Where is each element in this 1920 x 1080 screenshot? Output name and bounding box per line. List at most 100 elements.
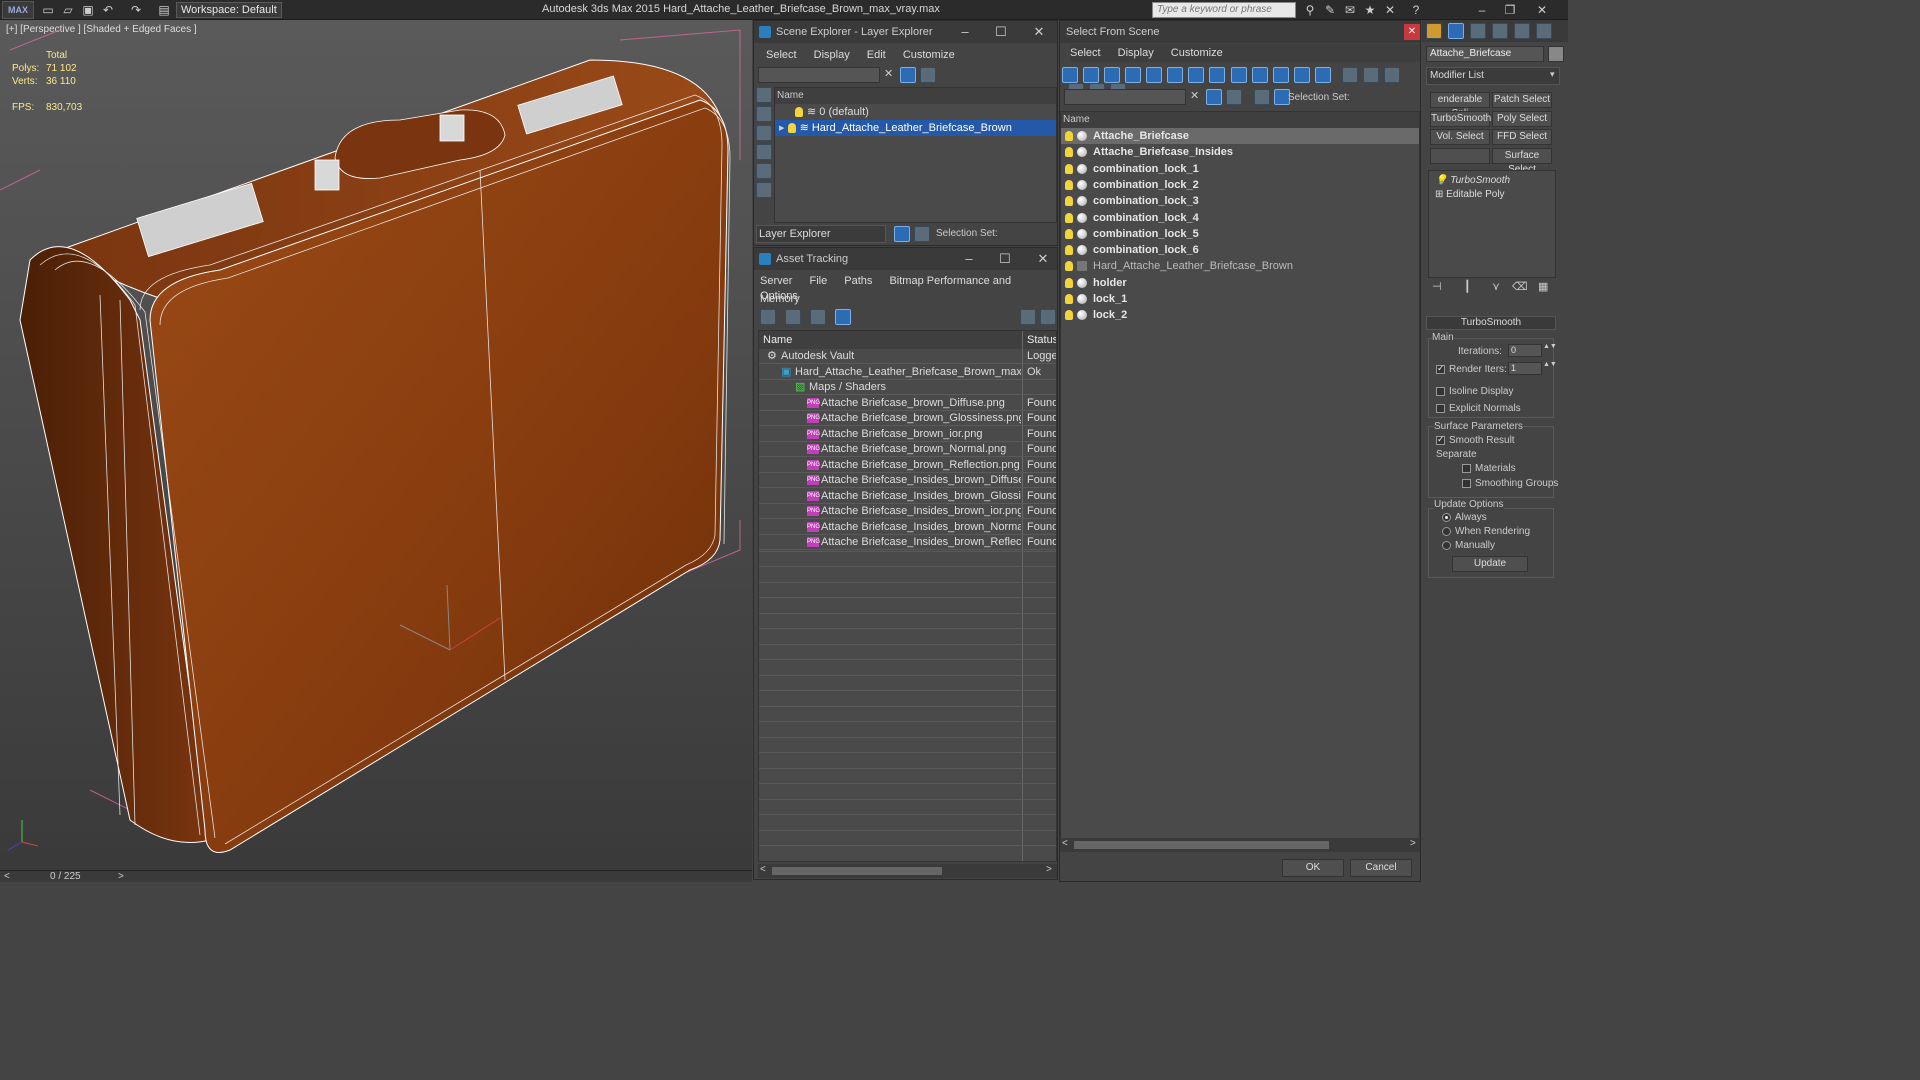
motion-tab-icon[interactable] [1492,23,1508,39]
close-icon[interactable]: ✕ [1028,21,1050,43]
save-file-icon[interactable]: ▣ [80,2,96,18]
layer-options-icon[interactable] [920,67,936,83]
close-x-icon[interactable]: ✕ [1382,2,1398,18]
asset-row[interactable]: PNG Attache Briefcase_brown_Diffuse.png Fo… [759,396,1056,411]
select-search-input[interactable] [1064,89,1186,105]
display-spacewarps-icon[interactable] [756,182,772,198]
minimize-icon[interactable]: – [954,21,976,43]
asset-row[interactable]: PNG Attache Briefcase_brown_Reflection.pn… [759,458,1056,473]
layer-row-default[interactable]: ≋ 0 (default) [775,104,1056,120]
display-tab-icon[interactable] [1514,23,1530,39]
object-row[interactable]: Attache_Briefcase [1061,128,1419,144]
scroll-right-icon[interactable]: > [1410,838,1416,849]
light-bulb-icon[interactable] [1065,245,1073,256]
light-bulb-icon[interactable] [1065,294,1073,305]
when-rendering-radio[interactable] [1442,526,1451,536]
filter-lights-icon[interactable] [1104,67,1121,83]
asset-row[interactable]: PNG Attache Briefcase_brown_Glossiness.pn… [759,411,1056,426]
turbosmooth-rollout-header[interactable]: TurboSmooth [1426,316,1556,330]
filter-hidden-icon[interactable] [1293,67,1310,83]
layer-mode-icon[interactable] [894,226,910,242]
expand-plus-icon[interactable]: ⊞ [1435,189,1446,200]
remove-modifier-icon[interactable]: ⌫ [1512,280,1528,293]
modify-tab-icon[interactable] [1448,23,1464,39]
object-row[interactable]: combination_lock_4 [1061,210,1419,226]
materials-row[interactable]: Materials [1462,463,1516,474]
asset-row[interactable]: ▧ Maps / Shaders [759,380,1056,395]
help-icon[interactable] [1020,309,1036,325]
light-bulb-icon[interactable] [1065,147,1073,158]
binoculars-icon[interactable]: ⚲ [1302,2,1318,18]
menu-paths[interactable]: Paths [844,275,872,287]
layer-stack-icon[interactable] [1254,89,1270,105]
filter-xrefs-icon[interactable] [1209,67,1226,83]
show-end-result-icon[interactable]: ┃ [1464,280,1471,293]
menu-file[interactable]: File [809,275,827,287]
object-name-field[interactable]: Attache_Briefcase [1426,46,1544,62]
iterations-spinner[interactable]: 0 [1508,344,1542,357]
project-folder-icon[interactable]: ▤ [156,2,172,18]
poly-select-button[interactable]: Poly Select [1492,111,1552,127]
filter-geometry-icon[interactable] [1062,67,1078,83]
table-view-icon[interactable] [810,309,827,325]
smoothing-groups-checkbox[interactable] [1462,478,1471,488]
menu-options[interactable]: Options [760,290,798,302]
time-next-icon[interactable]: > [118,871,124,883]
close-icon[interactable]: ✕ [1404,24,1420,40]
object-list-horizontal-scrollbar[interactable]: < > [1060,838,1420,852]
light-bulb-icon[interactable]: 💡 [1435,175,1450,186]
clear-search-icon[interactable]: ✕ [1190,89,1199,102]
filter-cameras-icon[interactable] [1125,67,1142,83]
time-prev-icon[interactable]: < [4,871,10,883]
menu-customize[interactable]: Customize [1171,47,1223,59]
maximize-window-button[interactable]: ❐ [1498,2,1522,18]
display-shapes-icon[interactable] [756,106,772,122]
update-button[interactable]: Update [1452,556,1528,572]
light-bulb-icon[interactable] [1065,310,1073,321]
light-bulb-icon[interactable] [1065,261,1073,272]
close-window-button[interactable]: ✕ [1530,2,1554,18]
maximize-icon[interactable]: ☐ [990,21,1012,43]
spinner-arrows-icon[interactable]: ▲▼ [1543,343,1557,350]
spinner-arrows-icon[interactable]: ▲▼ [1543,361,1557,368]
smoothing-groups-row[interactable]: Smoothing Groups [1462,478,1558,489]
tools-icon[interactable]: ✎ [1322,2,1338,18]
asset-row[interactable]: PNG Attache Briefcase_brown_ior.png Found [759,427,1056,442]
light-bulb-icon[interactable] [1065,228,1073,239]
light-bulb-icon[interactable] [1065,131,1073,142]
filter-shapes-icon[interactable] [1083,67,1100,83]
light-bulb-icon[interactable] [1065,212,1073,223]
display-lights-icon[interactable] [756,125,772,141]
object-color-swatch[interactable] [1548,46,1564,62]
filter-bones-icon[interactable] [1230,67,1247,83]
time-slider[interactable]: < 0 / 225 > [0,870,752,882]
ffd-select-button[interactable]: FFD Select [1492,129,1552,145]
modifier-list-dropdown[interactable]: Modifier List [1426,67,1560,85]
object-row[interactable]: holder [1061,275,1419,291]
column-header-status[interactable]: Status [1027,331,1056,349]
filter-containers-icon[interactable] [1251,67,1268,83]
isoline-display-row[interactable]: Isoline Display [1436,386,1513,397]
configure-modifier-sets-icon[interactable]: ▦ [1538,280,1548,293]
display-geometry-icon[interactable] [756,87,772,103]
menu-edit[interactable]: Edit [867,49,886,61]
briefcase-model[interactable] [0,20,752,870]
clear-search-icon[interactable]: ✕ [884,67,893,80]
manually-row[interactable]: Manually [1442,540,1495,551]
object-row[interactable]: lock_2 [1061,307,1419,323]
settings-icon[interactable] [1040,309,1056,325]
ok-button[interactable]: OK [1282,859,1344,877]
scrollbar-thumb[interactable] [1074,841,1329,849]
isoline-display-checkbox[interactable] [1436,386,1445,396]
select-none-icon[interactable] [1362,67,1379,83]
scroll-left-icon[interactable]: < [760,864,766,875]
object-row[interactable]: Attache_Briefcase_Insides [1061,144,1419,160]
help-icon[interactable]: ? [1408,2,1424,18]
object-row[interactable]: combination_lock_3 [1061,193,1419,209]
render-iters-spinner[interactable]: 1 [1508,362,1542,375]
redo-icon[interactable]: ↷ [128,2,144,18]
render-iters-checkbox[interactable] [1436,363,1445,374]
light-bulb-icon[interactable] [1065,277,1073,288]
materials-checkbox[interactable] [1462,463,1471,473]
object-row[interactable]: combination_lock_2 [1061,177,1419,193]
